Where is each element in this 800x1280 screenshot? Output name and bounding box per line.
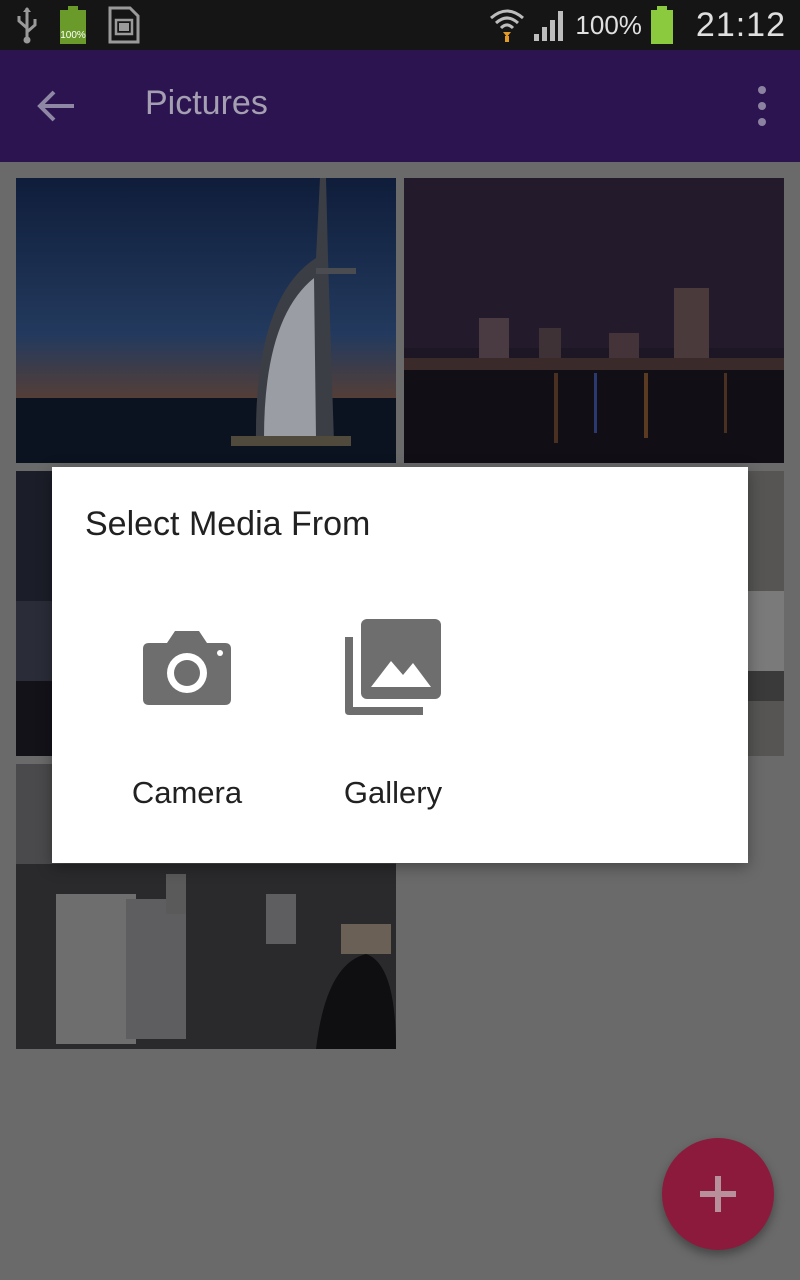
battery-full-icon: 100%	[58, 6, 88, 44]
camera-icon	[143, 631, 231, 705]
wifi-icon	[490, 9, 525, 42]
back-button[interactable]	[34, 86, 78, 126]
select-media-dialog: Select Media From Camera Gallery	[52, 467, 748, 863]
gallery-icon	[345, 619, 441, 715]
usb-icon	[17, 7, 37, 44]
photo-tile[interactable]	[404, 178, 784, 463]
camera-option[interactable]: Camera	[107, 617, 267, 817]
sd-card-icon	[108, 6, 140, 44]
battery-small-label: 100%	[60, 30, 86, 41]
photo-tile[interactable]	[16, 178, 396, 463]
battery-icon	[650, 6, 673, 44]
more-vert-icon[interactable]	[750, 86, 774, 126]
status-bar: 100% 100% 21:12	[0, 0, 800, 50]
add-icon	[700, 1176, 736, 1212]
add-button[interactable]	[662, 1138, 774, 1250]
clock: 21:12	[695, 5, 786, 44]
battery-percent: 100%	[575, 9, 642, 40]
gallery-label: Gallery	[343, 775, 443, 810]
arrow-back-icon	[37, 90, 74, 122]
app-bar: Pictures	[0, 50, 800, 162]
camera-label: Camera	[131, 775, 243, 810]
dialog-title: Select Media From	[85, 505, 371, 543]
signal-icon	[534, 11, 564, 41]
gallery-option[interactable]: Gallery	[313, 617, 473, 817]
page-title: Pictures	[145, 84, 268, 122]
